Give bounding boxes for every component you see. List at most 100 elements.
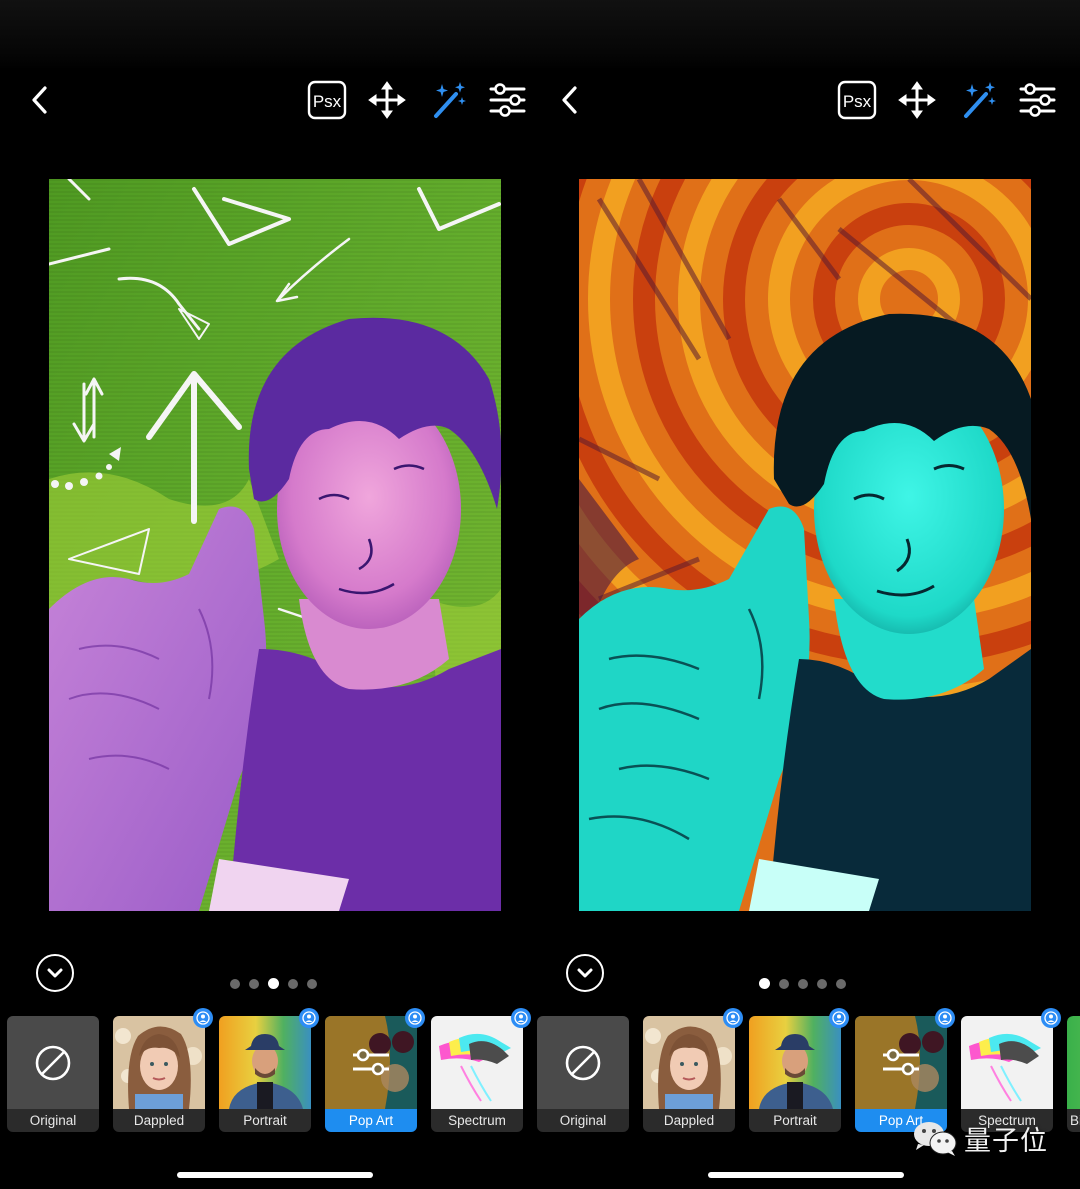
filter-tile-portrait[interactable]: Portrait [749,1008,849,1132]
filter-label: Dappled [113,1109,205,1132]
person-icon [938,1011,952,1025]
filter-tile-dappled[interactable]: Dappled [113,1008,213,1132]
collapse-panel-button[interactable] [566,954,604,992]
psx-button[interactable]: Psx [837,80,877,120]
sliders-icon [353,1048,389,1076]
sliders-icon [489,83,526,117]
move-arrows-icon [898,81,936,119]
person-icon [832,1011,846,1025]
psx-logo-icon: Psx [837,80,877,120]
magic-wand-button[interactable] [430,80,470,120]
filter-label: Portrait [219,1109,311,1132]
filter-tile-pop-art[interactable]: Pop Art [855,1008,955,1132]
filter-thumb [643,1016,735,1109]
chevron-left-icon [562,86,577,114]
pop-art-photo-orange [579,179,1031,911]
filter-thumb [1067,1016,1080,1109]
phone-screen-left: Psx Original Dappled Portrait Pop Art Sp… [0,0,540,1189]
chevron-left-icon [32,86,47,114]
person-icon [1044,1011,1058,1025]
collapse-panel-button[interactable] [36,954,74,992]
magic-wand-button[interactable] [960,80,1000,120]
filter-strip: Original Dappled Portrait Pop Art Spectr… [537,1008,1080,1134]
filter-thumb [219,1016,311,1109]
filter-tile-portrait[interactable]: Portrait [219,1008,319,1132]
wechat-icon [914,1122,957,1156]
filter-tile-original[interactable]: Original [537,1016,629,1132]
person-icon [726,1011,740,1025]
psx-logo-icon: Psx [307,80,347,120]
page-dot[interactable] [836,978,846,989]
filter-label: Pop Art [325,1109,417,1132]
filter-strip: Original Dappled Portrait Pop Art Spectr… [7,1008,607,1134]
filter-thumb [7,1016,99,1109]
person-icon [196,1011,210,1025]
move-arrows-icon [368,81,406,119]
filter-thumb [961,1016,1053,1109]
filter-thumb [537,1016,629,1109]
phone-screen-right: Psx Original Dappled Portrait Pop Art Sp… [530,0,1080,1189]
page-dot[interactable] [249,978,259,989]
watermark: 量子位 [912,1118,1048,1158]
filter-label: Portrait [749,1109,841,1132]
page-dot[interactable] [798,978,808,989]
page-dot[interactable] [779,978,789,989]
person-icon [408,1011,422,1025]
no-effect-icon [565,1045,601,1080]
magic-wand-icon [964,82,996,118]
no-effect-icon [35,1045,71,1080]
filter-thumb [113,1016,205,1109]
page-dot[interactable] [307,978,317,989]
page-dot[interactable] [817,978,827,989]
watermark-text: 量子位 [964,1125,1048,1157]
home-indicator[interactable] [177,1172,373,1178]
svg-text:Psx: Psx [313,92,342,111]
premium-badge [511,1008,531,1028]
premium-badge [1041,1008,1061,1028]
home-indicator[interactable] [708,1172,904,1178]
premium-badge [405,1008,425,1028]
sliders-icon [883,1048,919,1076]
pop-art-photo-green [49,179,501,911]
filter-tile-spectrum[interactable]: Spectrum [961,1008,1061,1132]
person-icon [514,1011,528,1025]
page-indicator [759,978,846,989]
filter-label: Original [7,1109,99,1132]
edited-photo-canvas[interactable] [579,179,1031,911]
page-dot[interactable] [230,978,240,989]
back-button[interactable] [28,82,52,118]
chevron-down-icon [47,968,63,978]
premium-badge [723,1008,743,1028]
move-tool-button[interactable] [897,80,937,120]
filter-label: Bi [1067,1109,1080,1132]
svg-text:Psx: Psx [843,92,872,111]
premium-badge [935,1008,955,1028]
psx-button[interactable]: Psx [307,80,347,120]
filter-tile-pop-art[interactable]: Pop Art [325,1008,425,1132]
filter-tile-original[interactable]: Original [7,1016,99,1132]
page-dot-active[interactable] [268,978,279,989]
adjustments-button[interactable] [488,80,528,120]
page-indicator [230,978,317,989]
premium-badge [829,1008,849,1028]
chevron-down-icon [577,968,593,978]
filter-tile-partial[interactable]: Bi [1067,1016,1080,1132]
page-dot[interactable] [288,978,298,989]
magic-wand-icon [434,82,466,118]
filter-thumb [749,1016,841,1109]
premium-badge [299,1008,319,1028]
adjustments-button[interactable] [1018,80,1058,120]
filter-tile-dappled[interactable]: Dappled [643,1008,743,1132]
sliders-icon [1019,83,1056,117]
back-button[interactable] [558,82,582,118]
edited-photo-canvas[interactable] [49,179,501,911]
filter-tile-spectrum[interactable]: Spectrum [431,1008,531,1132]
filter-label: Dappled [643,1109,735,1132]
filter-thumb [855,1016,947,1109]
filter-label: Spectrum [431,1109,523,1132]
filter-thumb [325,1016,417,1109]
filter-label: Original [537,1109,629,1132]
move-tool-button[interactable] [367,80,407,120]
filter-thumb [431,1016,523,1109]
page-dot-active[interactable] [759,978,770,989]
